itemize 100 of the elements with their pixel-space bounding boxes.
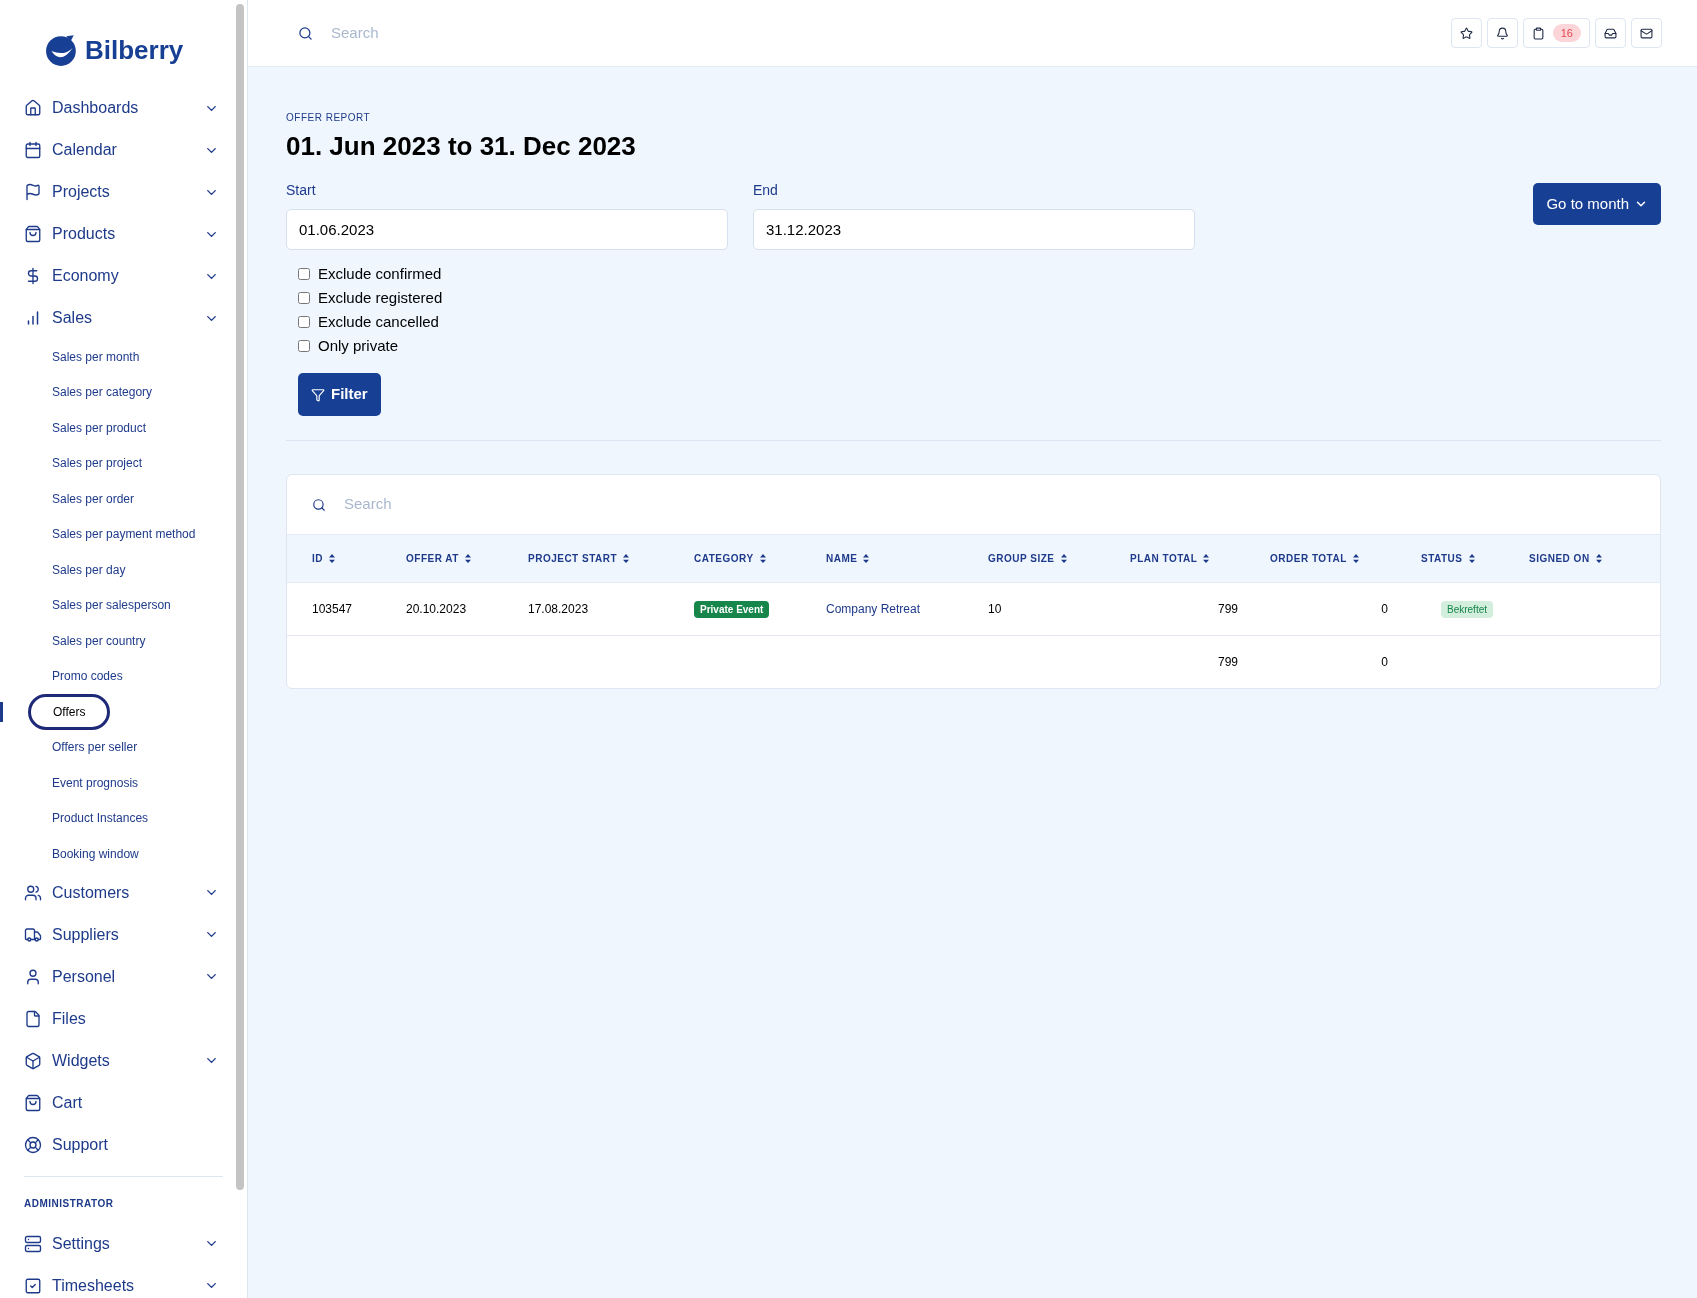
- house-icon: [24, 99, 42, 117]
- nav-item[interactable]: Widgets: [0, 1039, 247, 1082]
- nav-item[interactable]: Customers: [0, 871, 247, 914]
- nav-subitem[interactable]: Sales per project: [52, 454, 143, 473]
- mail-button[interactable]: [1631, 18, 1662, 48]
- brand-name: Bilberry: [85, 33, 184, 67]
- nav-item[interactable]: Files: [0, 997, 247, 1040]
- report-title: 01. Jun 2023 to 31. Dec 2023: [286, 130, 637, 163]
- column-header[interactable]: ORDER TOTAL: [1270, 551, 1421, 566]
- scrollbar[interactable]: [236, 4, 244, 1190]
- nav-item[interactable]: Cart: [0, 1081, 247, 1124]
- checkbox[interactable]: [298, 316, 310, 328]
- count-badge: 16: [1552, 23, 1581, 43]
- date-field[interactable]: 31.12.2023: [753, 209, 1195, 250]
- file-icon: [24, 1009, 42, 1028]
- nav-subitem[interactable]: Booking window: [52, 844, 139, 863]
- nav-item[interactable]: Dashboards: [0, 87, 247, 129]
- nav-subitem[interactable]: Sales per country: [52, 631, 146, 650]
- sort-icon: [863, 554, 870, 563]
- table-cell-text: 10: [988, 601, 1003, 618]
- checkbox[interactable]: [298, 292, 310, 304]
- nav-subitem[interactable]: Offers per seller: [52, 738, 138, 757]
- search-icon: [298, 25, 313, 41]
- table-cell-text: 799: [1216, 601, 1239, 618]
- nav-subitem[interactable]: Sales per salesperson: [52, 596, 171, 615]
- star-icon: [1459, 26, 1473, 40]
- section-heading: ADMINISTRATOR: [24, 1196, 115, 1211]
- nav-subitem[interactable]: Event prognosis: [52, 773, 139, 792]
- calendar-icon: [24, 141, 42, 159]
- nav-item[interactable]: Calendar: [0, 129, 247, 171]
- total-cell-text: 0: [1380, 654, 1389, 671]
- nav-item[interactable]: Sales: [0, 297, 247, 339]
- nav-subitem[interactable]: Offers: [28, 693, 111, 730]
- column-header[interactable]: OFFER AT: [406, 551, 528, 566]
- nav-subitem[interactable]: Sales per payment method: [52, 525, 196, 544]
- column-header[interactable]: STATUS: [1421, 551, 1529, 566]
- inbox-icon: [1604, 26, 1617, 40]
- table-cell-text: 0: [1380, 601, 1389, 618]
- nav-subitem[interactable]: Product Instances: [52, 809, 149, 828]
- name-link[interactable]: Company Retreat: [826, 600, 988, 618]
- filter-button[interactable]: Filter: [298, 373, 381, 416]
- checkbox[interactable]: [298, 340, 310, 352]
- nav-subitem[interactable]: Promo codes: [52, 667, 123, 686]
- nav-item[interactable]: Suppliers: [0, 913, 247, 956]
- clipboard-icon: [1531, 26, 1545, 40]
- table-cell-text: 17.08.2023: [528, 601, 590, 618]
- column-header[interactable]: ID: [312, 551, 406, 566]
- filter-icon: [311, 387, 325, 402]
- mail-icon: [1640, 26, 1653, 40]
- sort-icon: [329, 554, 335, 563]
- nav-item[interactable]: Economy: [0, 255, 247, 297]
- search-field[interactable]: Search: [331, 21, 631, 45]
- field-label: End: [753, 181, 779, 200]
- nav-item[interactable]: Support: [0, 1123, 247, 1166]
- server-icon: [24, 1234, 42, 1253]
- flag-icon: [24, 183, 42, 201]
- inbox-button[interactable]: [1595, 18, 1626, 48]
- column-header[interactable]: PROJECT START: [528, 551, 694, 566]
- nav-subitem[interactable]: Sales per day: [52, 560, 126, 579]
- nav-subitem[interactable]: Sales per order: [52, 489, 135, 508]
- users-icon: [24, 883, 42, 902]
- go-to-month-button[interactable]: Go to month: [1533, 183, 1661, 225]
- total-cell-text: 799: [1216, 654, 1239, 671]
- logo-icon: [45, 33, 79, 67]
- truck-icon: [24, 925, 42, 944]
- table-search-field[interactable]: Search: [344, 493, 744, 516]
- nav-item[interactable]: Products: [0, 213, 247, 255]
- checkbox-square-icon: [24, 1276, 42, 1295]
- nav-subitem[interactable]: Sales per category: [52, 383, 153, 402]
- search-icon: [312, 497, 326, 512]
- status-tag: Bekreftet: [1441, 601, 1494, 618]
- table-cell-text: 103547: [312, 601, 354, 618]
- column-header[interactable]: NAME: [826, 551, 988, 566]
- sort-icon: [464, 554, 471, 563]
- column-header[interactable]: CATEGORY: [694, 551, 826, 566]
- bell-icon: [1495, 26, 1509, 40]
- sort-icon: [1468, 554, 1475, 563]
- sort-icon: [759, 554, 766, 563]
- checkbox-label: Exclude registered: [318, 287, 443, 308]
- nav-item[interactable]: Personel: [0, 955, 247, 998]
- column-header[interactable]: GROUP SIZE: [988, 551, 1130, 566]
- nav-subitem[interactable]: Sales per product: [52, 418, 147, 437]
- favorites-button[interactable]: [1450, 18, 1482, 48]
- checkbox-label: Only private: [318, 335, 399, 356]
- sort-icon: [1203, 554, 1210, 563]
- user-icon: [24, 967, 42, 986]
- column-header[interactable]: SIGNED ON: [1529, 551, 1635, 566]
- eyebrow-label: OFFER REPORT: [286, 111, 372, 125]
- checkbox[interactable]: [298, 268, 310, 280]
- sort-icon: [1060, 554, 1067, 563]
- nav-item[interactable]: Projects: [0, 171, 247, 213]
- nav-item[interactable]: Settings: [0, 1222, 247, 1265]
- nav-item[interactable]: Timesheets: [0, 1264, 247, 1298]
- field-label: Start: [286, 181, 317, 200]
- column-header[interactable]: PLAN TOTAL: [1130, 551, 1270, 566]
- checkbox-label: Exclude cancelled: [318, 311, 439, 332]
- table-cell-text: 20.10.2023: [406, 601, 468, 618]
- notifications-button[interactable]: [1486, 18, 1518, 48]
- nav-subitem[interactable]: Sales per month: [52, 347, 140, 366]
- date-field[interactable]: 01.06.2023: [286, 209, 728, 250]
